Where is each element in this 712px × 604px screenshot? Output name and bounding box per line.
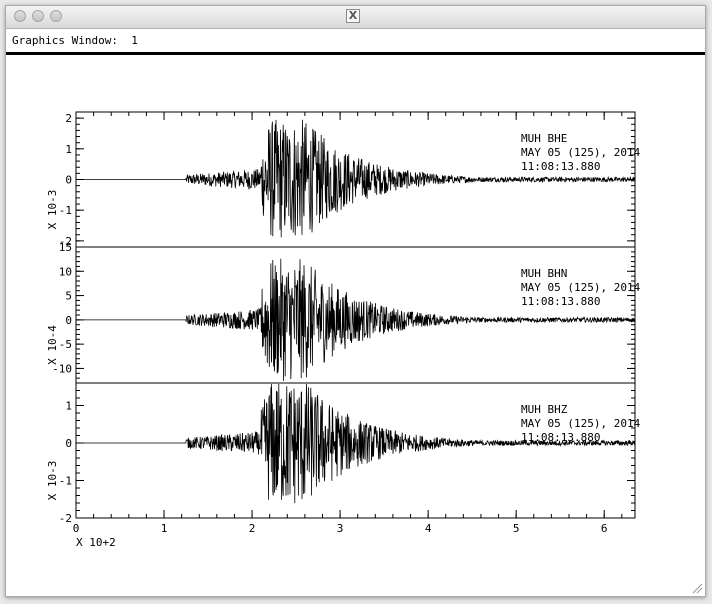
date-label: MAY 05 (125), 2014	[521, 281, 641, 294]
x-tick-label: 3	[337, 522, 344, 535]
y-tick-label: 1	[65, 400, 72, 413]
y-tick-label: -5	[59, 338, 72, 351]
x-tick-label: 5	[513, 522, 520, 535]
x-tick-label: 6	[601, 522, 608, 535]
y-scale-label: X 10-3	[46, 190, 59, 230]
y-tick-label: 2	[65, 112, 72, 125]
graphics-window: X Graphics Window: 1 2 1 0 -1 -2 X 10-3 MUH BH…	[5, 5, 706, 597]
x-tick-label: 2	[249, 522, 256, 535]
y-tick-label: 1	[65, 143, 72, 156]
y-tick-label: -1	[59, 475, 72, 488]
date-label: MAY 05 (125), 2014	[521, 146, 641, 159]
y-scale-label: X 10-4	[46, 325, 59, 365]
graphics-window-label-bar: Graphics Window: 1	[6, 29, 705, 51]
y-tick-label: 10	[59, 265, 72, 278]
close-button[interactable]	[14, 10, 26, 22]
y-tick-label: -2	[59, 512, 72, 525]
minimize-button[interactable]	[32, 10, 44, 22]
time-label: 11:08:13.880	[521, 160, 600, 173]
title-bar[interactable]: X	[6, 6, 705, 29]
station-label: MUH BHN	[521, 267, 567, 280]
seismogram-plot: 210-1-2X 10-3MUH BHEMAY 05 (125), 201411…	[46, 111, 641, 549]
y-scale-label: X 10-3	[46, 461, 59, 501]
y-tick-label: 0	[65, 174, 72, 187]
station-label: MUH BHZ	[521, 403, 568, 416]
y-tick-label: -1	[59, 204, 72, 217]
x-scale-label: X 10+2	[76, 536, 116, 549]
station-label: MUH BHE	[521, 132, 567, 145]
x-tick-label: 0	[73, 522, 80, 535]
date-label: MAY 05 (125), 2014	[521, 417, 641, 430]
y-tick-label: 5	[65, 290, 72, 303]
resize-grip-icon[interactable]	[691, 582, 703, 594]
zoom-button[interactable]	[50, 10, 62, 22]
y-tick-label: 15	[59, 241, 72, 254]
time-label: 11:08:13.880	[521, 295, 600, 308]
y-tick-label: 0	[65, 437, 72, 450]
y-tick-label: 0	[65, 314, 72, 327]
graphics-window-label: Graphics Window: 1	[12, 34, 138, 47]
waveform-trace-3	[76, 383, 636, 504]
x-tick-label: 1	[161, 522, 168, 535]
x11-icon: X	[346, 9, 360, 23]
x-tick-label: 4	[425, 522, 432, 535]
